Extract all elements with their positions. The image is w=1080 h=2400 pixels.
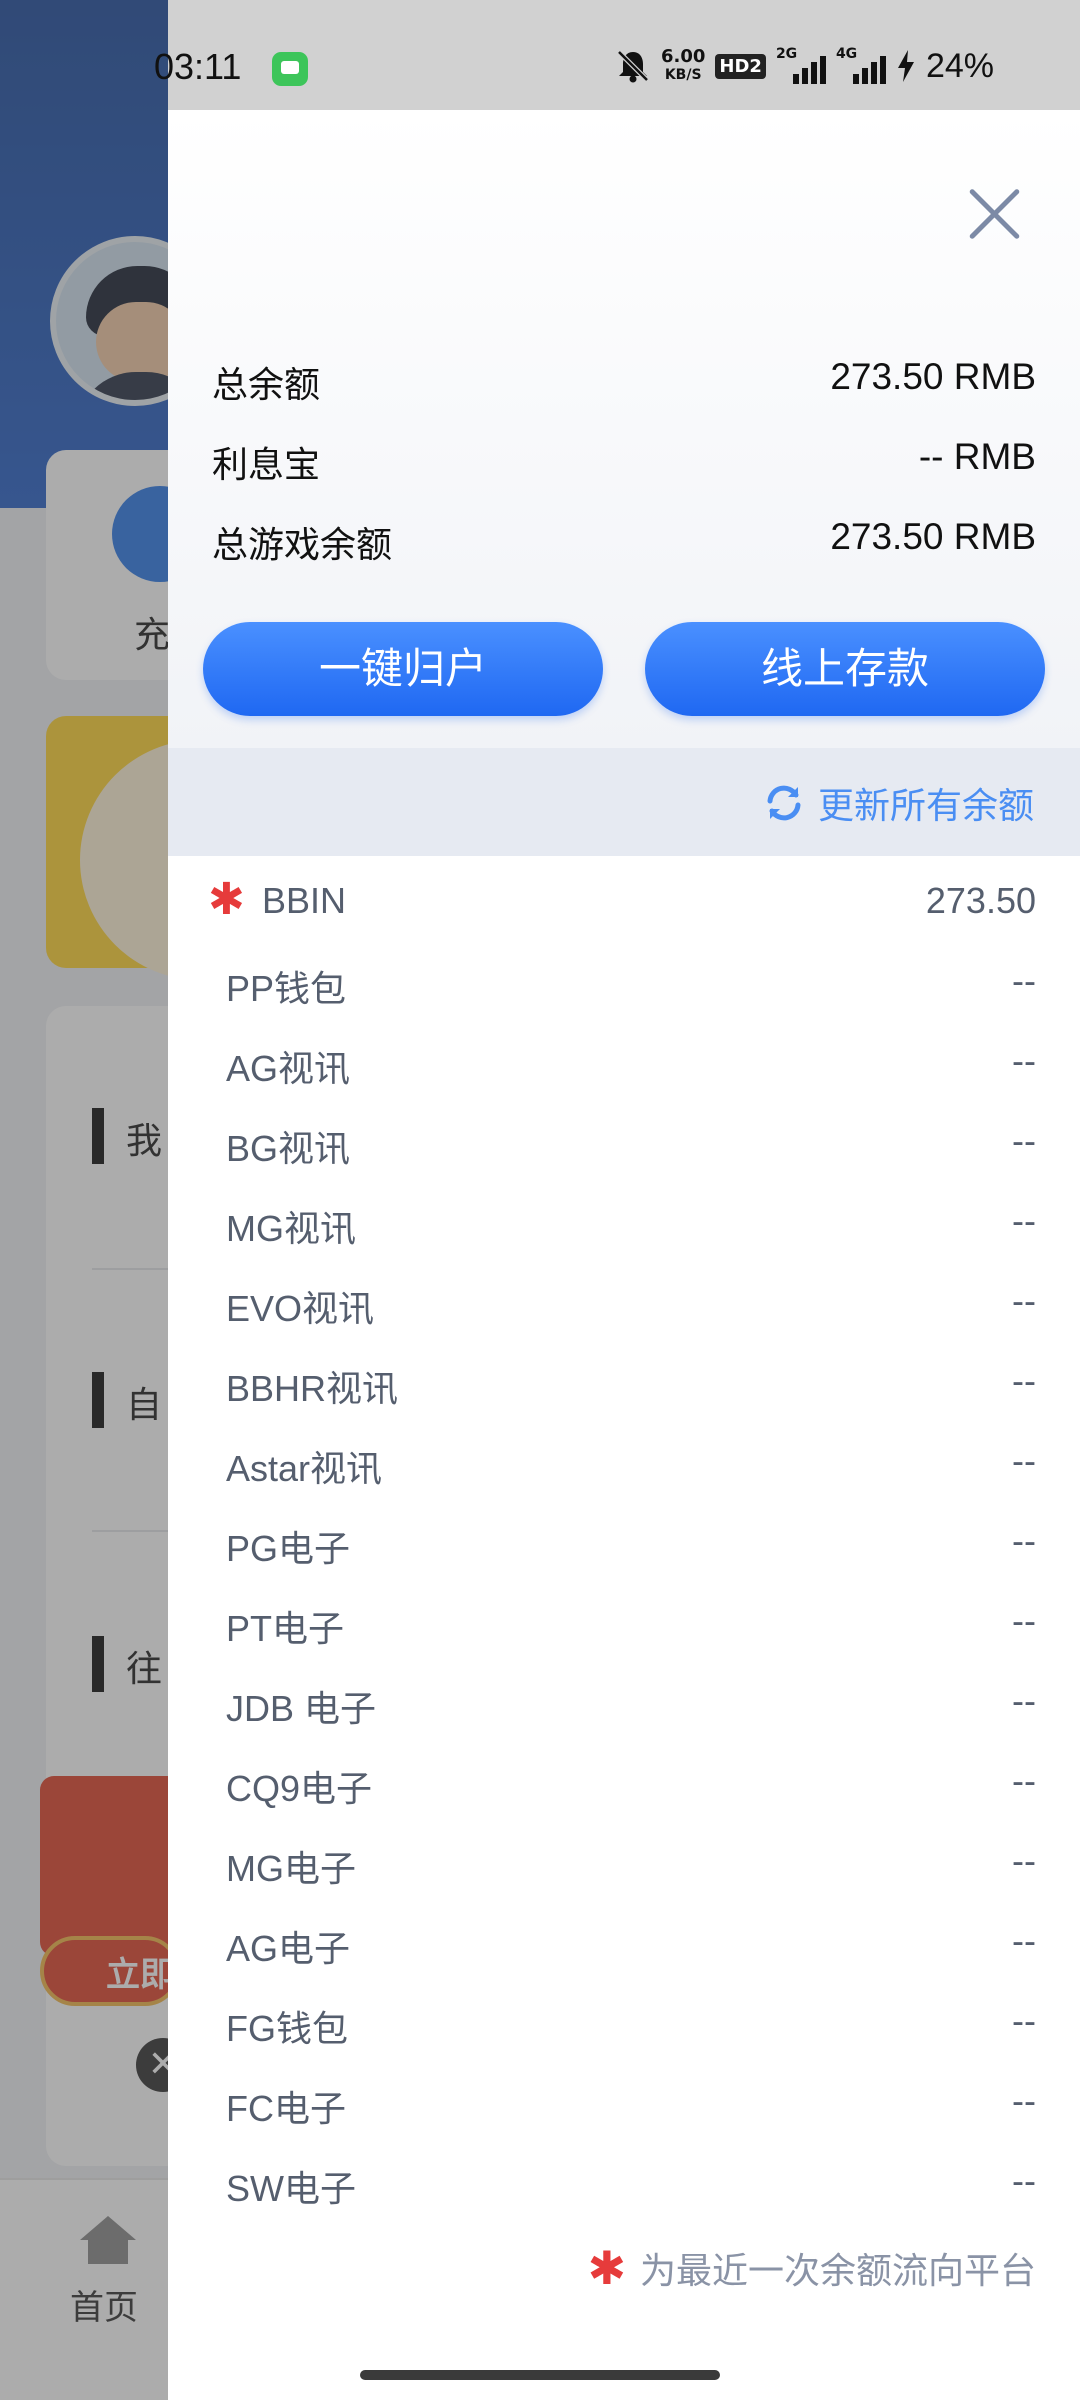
platform-row: AG视讯 --	[168, 1030, 1080, 1110]
game-balance-value: 273.50 RMB	[830, 516, 1036, 557]
platform-balance: --	[1012, 1920, 1036, 1961]
platform-row: PG电子 --	[168, 1510, 1080, 1590]
total-balance-value: 273.50 RMB	[830, 356, 1036, 397]
hd-voice-badge: HD2	[715, 53, 766, 79]
platform-row: JDB 电子 --	[168, 1670, 1080, 1750]
platform-name: JDB 电子	[226, 1688, 377, 1729]
platform-name: PP钱包	[226, 968, 347, 1009]
interest-label: 利息宝	[212, 445, 321, 486]
platform-row: EVO视讯 --	[168, 1270, 1080, 1350]
message-notification-icon	[272, 52, 308, 86]
refresh-all-button[interactable]: 更新所有余额	[762, 778, 1034, 828]
platform-name: BBHR视讯	[226, 1368, 399, 1409]
platform-row: ✱ BBIN 273.50	[168, 870, 1080, 950]
game-balance-row: 总游戏余额 273.50 RMB	[212, 516, 1036, 572]
platform-name: MG电子	[226, 1848, 356, 1889]
platform-row: Astar视讯 --	[168, 1430, 1080, 1510]
platform-name: PG电子	[226, 1528, 351, 1569]
platform-row: PT电子 --	[168, 1590, 1080, 1670]
platform-balance: --	[1012, 1760, 1036, 1801]
close-button[interactable]	[958, 178, 1030, 250]
home-indicator[interactable]	[360, 2370, 720, 2380]
interest-value: -- RMB	[918, 436, 1036, 477]
refresh-all-label: 更新所有余额	[817, 786, 1034, 827]
platform-balance: --	[1012, 1280, 1036, 1321]
platform-balance: --	[1012, 2080, 1036, 2121]
platform-balance: --	[1012, 1360, 1036, 1401]
platform-row: CQ9电子 --	[168, 1750, 1080, 1830]
bell-muted-icon	[617, 50, 649, 83]
platform-name: CQ9电子	[226, 1768, 373, 1809]
game-balance-label: 总游戏余额	[212, 525, 393, 566]
platform-balance: --	[1012, 1120, 1036, 1161]
platform-row: PP钱包 --	[168, 950, 1080, 1030]
platform-balance: --	[1012, 960, 1036, 1001]
platform-row: FG钱包 --	[168, 1990, 1080, 2070]
network-speed-unit: KB/S	[664, 67, 702, 83]
platform-balance: --	[1012, 1520, 1036, 1561]
legend-text: 为最近一次余额流向平台	[639, 2251, 1036, 2292]
signal-sim2-icon: 4G	[836, 46, 886, 84]
platform-balance: --	[1012, 1440, 1036, 1481]
platform-balance: --	[1012, 2000, 1036, 2041]
asterisk-icon: ✱	[587, 2241, 626, 2295]
platform-balance: --	[1012, 1680, 1036, 1721]
network-speed: 6.00 KB/S	[661, 48, 705, 84]
platform-name: SW电子	[226, 2168, 356, 2209]
signal-sim1-icon: 2G	[776, 46, 826, 84]
platform-name: MG视讯	[226, 1208, 356, 1249]
platform-name: EVO视讯	[226, 1288, 375, 1329]
battery-percent: 24%	[925, 46, 994, 85]
status-indicators: 6.00 KB/S HD2 2G 4G 24%	[615, 44, 994, 88]
charging-icon	[897, 50, 914, 82]
platform-balance: --	[1012, 2160, 1036, 2201]
status-time: 03:11	[154, 46, 242, 87]
total-balance-row: 总余额 273.50 RMB	[212, 356, 1036, 412]
platform-balance: --	[1012, 1200, 1036, 1241]
platform-name: PT电子	[226, 1608, 345, 1649]
platform-row: FC电子 --	[168, 2070, 1080, 2150]
online-deposit-button[interactable]: 线上存款	[645, 622, 1045, 716]
asterisk-icon: ✱	[208, 874, 245, 925]
platform-name: AG视讯	[226, 1048, 351, 1089]
platform-balance: --	[1012, 1840, 1036, 1881]
platform-balance: --	[1012, 1040, 1036, 1081]
interest-row: 利息宝 -- RMB	[212, 436, 1036, 492]
platform-name: FG钱包	[226, 2008, 348, 2049]
refresh-icon	[767, 785, 801, 821]
platform-row: MG电子 --	[168, 1830, 1080, 1910]
legend-note: ✱ 为最近一次余额流向平台	[587, 2240, 1036, 2296]
platform-name: Astar视讯	[226, 1448, 383, 1489]
platform-row: SW电子 --	[168, 2150, 1080, 2230]
network-speed-value: 6.00	[660, 46, 706, 67]
platform-name: BG视讯	[226, 1128, 351, 1169]
status-bar: 03:11 6.00 KB/S HD2 2G 4G 24%	[0, 0, 1080, 110]
total-balance-label: 总余额	[212, 365, 321, 406]
platform-row: BG视讯 --	[168, 1110, 1080, 1190]
refresh-bar: 更新所有余额	[168, 748, 1080, 856]
platform-balance: --	[1012, 1600, 1036, 1641]
consolidate-button[interactable]: 一键归户	[203, 622, 603, 716]
platform-row: MG视讯 --	[168, 1190, 1080, 1270]
platform-name: BBIN	[262, 880, 347, 921]
platform-name: FC电子	[226, 2088, 346, 2129]
balance-drawer: 总余额 273.50 RMB 利息宝 -- RMB 总游戏余额 273.50 R…	[168, 0, 1080, 2400]
platform-name: AG电子	[226, 1928, 351, 1969]
platform-row: AG电子 --	[168, 1910, 1080, 1990]
platform-balance: 273.50	[925, 880, 1036, 921]
platform-row: BBHR视讯 --	[168, 1350, 1080, 1430]
